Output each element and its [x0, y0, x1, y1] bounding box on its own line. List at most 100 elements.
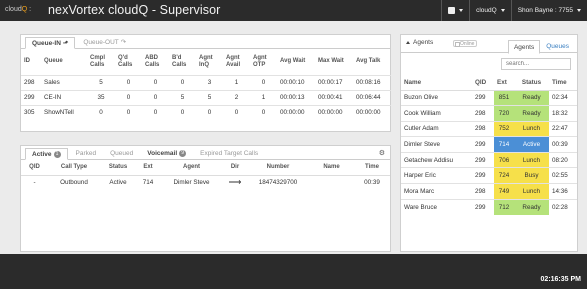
tab-agents[interactable]: Agents — [507, 40, 541, 54]
col-header[interactable]: Name — [309, 160, 354, 176]
cloudq-logo: cloudQ : — [5, 6, 32, 13]
agent-status: Ready — [514, 89, 549, 106]
agent-ext: 720 — [494, 105, 514, 122]
agent-time: 22:47 — [549, 120, 577, 137]
agents-table: Name QID Ext Status Time Buzon Olive 299 8… — [401, 75, 577, 215]
agent-name: Ware Bruce — [401, 198, 472, 215]
agent-status: Lunch — [514, 183, 549, 200]
col-header[interactable]: ABD Calls — [142, 49, 169, 75]
col-header[interactable]: QID — [21, 160, 48, 176]
tab-voicemail[interactable]: Voicemail 9 — [141, 147, 192, 159]
arrow-out-icon: ↷ — [120, 39, 127, 46]
col-header[interactable]: Avg Wait — [277, 49, 315, 75]
col-header[interactable]: Ext — [494, 75, 514, 91]
agent-time: 02:55 — [549, 167, 577, 184]
calls-tabs: Active 1 Parked Queued Voicemail 9 Expir… — [21, 146, 390, 160]
col-header[interactable]: Time — [354, 160, 390, 176]
col-header[interactable]: Agnt Avail — [223, 49, 250, 75]
table-row[interactable]: Harper Eric 299 724 Busy 02:55 — [401, 167, 577, 184]
agent-name: Buzon Olive — [401, 89, 472, 106]
agent-time: 02:28 — [549, 198, 577, 215]
agent-name: Cutler Adam — [401, 120, 472, 137]
table-row[interactable]: 299 CE-IN 35 0 05 52 1 00:00:13 00:00:41 00:… — [21, 89, 391, 105]
tab-queued[interactable]: Queued — [104, 147, 139, 159]
col-header[interactable]: Q'd Calls — [115, 49, 142, 75]
col-header[interactable]: Time — [549, 75, 577, 91]
table-row[interactable]: 305 ShowNTell 00 00 00 0 00:00:00 00:00:00… — [21, 104, 391, 120]
col-header[interactable]: Name — [401, 75, 472, 91]
user-menu[interactable]: Shon Bayne : 7755 — [510, 0, 587, 21]
caret-down-icon — [577, 9, 581, 12]
tab-parked[interactable]: Parked — [70, 147, 103, 159]
table-row[interactable]: Cook William 298 720 Ready 18:32 — [401, 105, 577, 122]
col-header[interactable]: Avg Talk — [353, 49, 391, 75]
queue-tabs: Queue-IN ⬏ Queue-OUT ↷ — [21, 35, 390, 49]
tab-queue-out[interactable]: Queue-OUT ↷ — [77, 36, 132, 48]
table-row[interactable]: Mora Marc 298 749 Lunch 14:36 — [401, 183, 577, 200]
col-header[interactable]: Agent — [160, 160, 223, 176]
col-header[interactable]: B'd Calls — [169, 49, 196, 75]
col-header[interactable]: Max Wait — [315, 49, 353, 75]
table-row[interactable]: Buzon Olive 299 851 Ready 02:34 — [401, 89, 577, 106]
agent-time: 14:36 — [549, 183, 577, 200]
clock: 02:16:35 PM — [540, 276, 581, 283]
chevron-up-icon — [406, 41, 410, 44]
col-header[interactable]: ID — [21, 49, 41, 75]
count-badge: 9 — [179, 149, 187, 157]
tab-queues[interactable]: Queues — [541, 39, 574, 53]
table-row[interactable]: 298 Sales 50 00 31 0 00:00:10 00:00:17 00:0… — [21, 74, 391, 90]
tab-active[interactable]: Active 1 — [25, 148, 68, 160]
agent-ext: 752 — [494, 120, 514, 137]
phonebook-menu[interactable] — [441, 0, 469, 21]
online-filter-checkbox[interactable]: Online — [453, 40, 478, 47]
agent-qid: 298 — [472, 120, 494, 137]
agents-collapse-toggle[interactable]: Agents — [406, 39, 433, 46]
caret-down-icon — [500, 9, 505, 12]
app-title: nexVortex cloudQ - Supervisor — [48, 3, 221, 17]
table-row[interactable]: Dimler Steve 299 714 Active 00:39 — [401, 136, 577, 153]
agent-ext: 851 — [494, 89, 514, 106]
table-row[interactable]: Cutler Adam 298 752 Lunch 22:47 — [401, 120, 577, 137]
agent-status: Ready — [514, 198, 549, 215]
footer-bar: 02:16:35 PM — [0, 254, 587, 289]
agent-name: Mora Marc — [401, 183, 472, 200]
col-header[interactable]: Queue — [41, 49, 87, 75]
gear-icon[interactable]: ⚙ — [379, 149, 385, 157]
col-header[interactable]: Status — [514, 75, 549, 91]
col-header[interactable]: Dir — [223, 160, 247, 176]
col-header[interactable]: Status — [100, 160, 136, 176]
table-row[interactable]: Ware Bruce 299 712 Ready 02:28 — [401, 198, 577, 215]
agent-time: 00:39 — [549, 136, 577, 153]
user-label: Shon Bayne : 7755 — [517, 7, 573, 14]
table-row[interactable]: Getachew Addisu 299 706 Lunch 08:20 — [401, 151, 577, 168]
arrow-in-icon: ⬏ — [62, 40, 69, 47]
tab-expired-target-calls[interactable]: Expired Target Calls — [194, 147, 264, 159]
agent-ext: 712 — [494, 198, 514, 215]
col-header[interactable]: QID — [472, 75, 494, 91]
agent-ext: 749 — [494, 183, 514, 200]
agent-status: Lunch — [514, 120, 549, 137]
col-header[interactable]: Call Type — [48, 160, 100, 176]
agent-time: 08:20 — [549, 151, 577, 168]
col-header[interactable]: Cmpl Calls — [87, 49, 115, 75]
col-header[interactable]: Number — [247, 160, 309, 176]
agent-qid: 299 — [472, 151, 494, 168]
col-header[interactable]: Agnt OTP — [250, 49, 277, 75]
agent-qid: 299 — [472, 136, 494, 153]
agent-ext: 714 — [494, 136, 514, 153]
agent-time: 02:34 — [549, 89, 577, 106]
agent-search-input[interactable] — [501, 58, 571, 70]
agent-ext: 706 — [494, 151, 514, 168]
col-header[interactable]: Ext — [136, 160, 160, 176]
cloudq-menu[interactable]: cloudQ — [469, 0, 511, 21]
agent-ext: 724 — [494, 167, 514, 184]
col-header[interactable]: Agnt InQ — [196, 49, 223, 75]
agent-name: Dimler Steve — [401, 136, 472, 153]
agent-name: Getachew Addisu — [401, 151, 472, 168]
tab-queue-in[interactable]: Queue-IN ⬏ — [25, 37, 76, 49]
agent-status: Active — [514, 136, 549, 153]
agent-time: 18:32 — [549, 105, 577, 122]
queues-header-row: ID Queue Cmpl Calls Q'd Calls ABD Calls … — [21, 49, 391, 75]
table-row[interactable]: - Outbound Active 714 Dimler Steve ⟶ 184… — [21, 174, 390, 190]
queues-table: ID Queue Cmpl Calls Q'd Calls ABD Calls … — [21, 49, 391, 120]
